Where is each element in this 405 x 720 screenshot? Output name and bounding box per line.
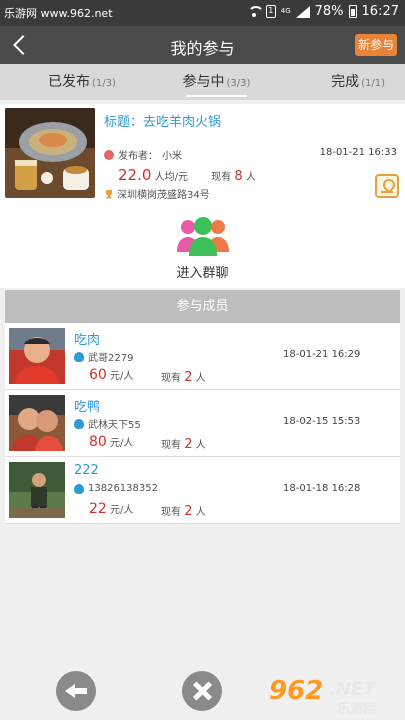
member-price: 60	[89, 367, 107, 383]
member-price-unit: 元/人	[110, 505, 134, 516]
tab-bar: 已发布 (1/3) 参与中 (3/3) 完成 (1/1)	[0, 64, 405, 100]
member-existing: 现有 2 人	[161, 369, 206, 385]
status-icons: 1 4G 78% 16:27	[247, 4, 399, 19]
existing-count: 2	[184, 437, 193, 452]
group-people-icon	[177, 217, 229, 256]
battery-icon	[348, 5, 357, 18]
member-list: 吃肉 武哥2279 18-01-21 16:29 60 元/人 现有 2 人 吃…	[5, 323, 400, 524]
price-value: 22.0	[118, 166, 152, 184]
watermark-text: 乐游网 www.962.net	[4, 7, 113, 20]
address-text: 深圳横岗茂盛路34号	[117, 190, 210, 201]
tab-count: (3/3)	[226, 78, 251, 89]
user-icon	[74, 483, 84, 494]
group-chat-area: 进入群聊	[0, 200, 405, 288]
existing-count: 2	[184, 504, 193, 519]
user-icon	[74, 351, 84, 362]
brand-suffix: .NET	[329, 679, 376, 700]
activity-date: 18-01-21 16:33	[319, 147, 397, 158]
member-date: 18-01-21 16:29	[283, 349, 361, 360]
member-user: 武林天下55	[88, 420, 141, 431]
tab-completed[interactable]: 完成 (1/1)	[273, 64, 405, 100]
trophy-icon	[106, 189, 112, 198]
group-chat-button[interactable]: 进入群聊	[160, 214, 250, 284]
existing-label: 现有	[211, 172, 232, 183]
member-row[interactable]: 222 13826138352 18-01-18 16:28 22 元/人 现有…	[5, 457, 400, 524]
member-row[interactable]: 吃鸭 武林天下55 18-02-15 15:53 80 元/人 现有 2 人	[5, 390, 400, 457]
brand-number: 962	[269, 676, 324, 706]
member-user-row: 武林天下55	[74, 416, 141, 431]
back-round-button[interactable]	[56, 671, 96, 711]
member-user: 武哥2279	[88, 353, 134, 364]
close-round-button[interactable]	[182, 671, 222, 711]
tab-published[interactable]: 已发布 (1/3)	[0, 64, 160, 100]
existing-unit: 人	[245, 172, 256, 183]
user-icon	[104, 149, 114, 160]
app-header: 我的参与 新参与	[0, 26, 405, 64]
tab-label: 参与中	[182, 74, 225, 90]
existing-unit: 人	[195, 440, 206, 451]
publisher-label: 发布者：	[118, 151, 158, 162]
activity-card[interactable]: 标题：去吃羊肉火锅 发布者： 小米 18-01-21 16:33 22.0 人均…	[0, 104, 405, 201]
wifi-icon	[247, 5, 264, 18]
member-row[interactable]: 吃肉 武哥2279 18-01-21 16:29 60 元/人 现有 2 人	[5, 323, 400, 390]
clock: 16:27	[361, 4, 399, 19]
address-row: 深圳横岗茂盛路34号	[104, 186, 210, 201]
member-user: 13826138352	[88, 483, 158, 494]
member-price-unit: 元/人	[110, 438, 134, 449]
existing-unit: 人	[195, 373, 206, 384]
existing-count: 2	[184, 370, 193, 385]
status-bar: 乐游网 www.962.net 1 4G 78% 16:27	[0, 0, 405, 26]
avatar	[9, 395, 65, 451]
price-unit: 人均/元	[154, 172, 188, 183]
existing-label: 现有	[161, 507, 181, 518]
member-existing: 现有 2 人	[161, 436, 206, 452]
member-price-row: 80 元/人	[89, 434, 133, 450]
brand-watermark: 962 .NET 乐游网	[269, 676, 399, 717]
tab-label: 完成	[331, 74, 360, 90]
publisher-name: 小米	[162, 151, 182, 162]
tab-count: (1/1)	[361, 78, 385, 89]
brand-name: 乐游网	[337, 702, 377, 717]
existing-label: 现有	[161, 373, 181, 384]
map-location-icon[interactable]	[375, 174, 399, 198]
member-price-row: 60 元/人	[89, 367, 133, 383]
avatar	[9, 462, 65, 518]
member-user-row: 武哥2279	[74, 349, 133, 364]
user-icon	[74, 418, 84, 429]
network-type: 4G	[280, 7, 291, 15]
publisher-row: 发布者： 小米	[104, 147, 182, 162]
member-user-row: 13826138352	[74, 483, 158, 494]
battery-percent: 78%	[314, 4, 344, 19]
member-price-unit: 元/人	[110, 371, 134, 382]
activity-title[interactable]: 标题：去吃羊肉火锅	[104, 111, 221, 130]
hotpot-photo	[5, 108, 95, 198]
avatar	[9, 328, 65, 384]
member-date: 18-01-18 16:28	[283, 483, 361, 494]
page-title: 我的参与	[170, 39, 235, 58]
new-join-button[interactable]: 新参与	[355, 34, 397, 56]
existing-label: 现有	[161, 440, 181, 451]
member-price: 80	[89, 434, 107, 450]
existing-count: 8	[234, 169, 243, 184]
signal-icon	[295, 5, 310, 18]
group-chat-label: 进入群聊	[176, 266, 229, 281]
members-heading: 参与成员	[5, 290, 400, 323]
member-price-row: 22 元/人	[89, 501, 133, 517]
price-row: 22.0 人均/元 现有 8 人	[118, 166, 256, 184]
member-name[interactable]: 吃鸭	[74, 396, 100, 415]
tab-participating[interactable]: 参与中 (3/3)	[160, 64, 272, 100]
member-existing: 现有 2 人	[161, 503, 206, 519]
member-name[interactable]: 吃肉	[74, 329, 100, 348]
member-price: 22	[89, 501, 107, 517]
member-name[interactable]: 222	[74, 463, 99, 478]
sim-icon: 1	[265, 5, 276, 18]
member-date: 18-02-15 15:53	[283, 416, 361, 427]
existing-unit: 人	[195, 507, 206, 518]
tab-label: 已发布	[48, 74, 90, 90]
tab-count: (1/3)	[92, 78, 116, 89]
